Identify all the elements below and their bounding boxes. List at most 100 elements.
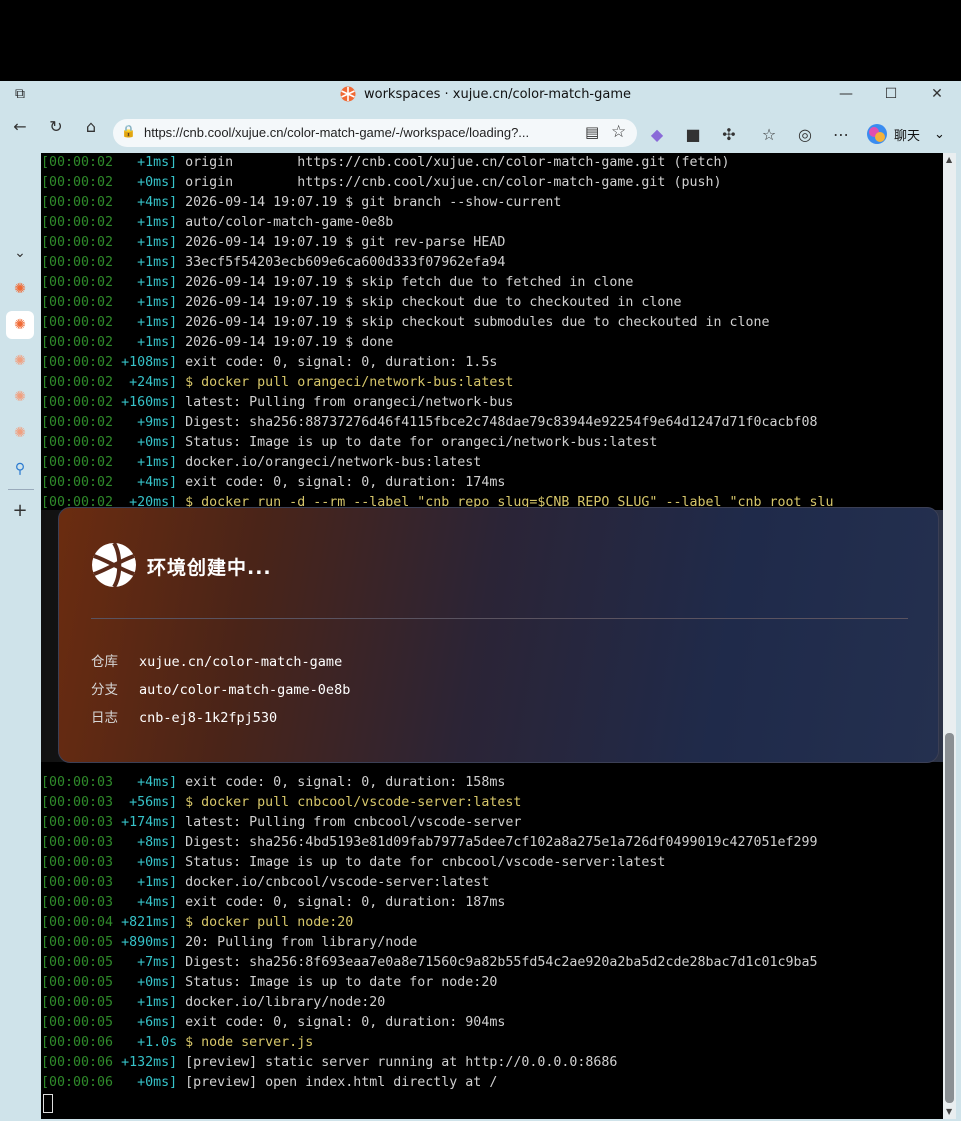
log-line: [00:00:03 +8ms] Digest: sha256:4bd5193e8… (41, 833, 943, 853)
log-text: Digest: sha256:8f693eaa7e0a8e71560c9a82b… (177, 955, 818, 970)
log-text: 20: Pulling from library/node (177, 935, 418, 950)
log-timestamp: [00:00:02 (41, 395, 114, 410)
log-timestamp: [00:00:02 (41, 275, 114, 290)
log-timestamp: [00:00:02 (41, 155, 114, 170)
log-timestamp: [00:00:02 (41, 195, 114, 210)
log-timestamp: [00:00:02 (41, 415, 114, 430)
log-timestamp: [00:00:06 (41, 1075, 114, 1090)
log-timestamp: [00:00:02 (41, 375, 114, 390)
extensions-puzzle-icon[interactable]: ✣ (717, 123, 741, 147)
log-text: exit code: 0, signal: 0, duration: 1.5s (177, 355, 498, 370)
log-line: [00:00:06 +1.0s $ node server.js (41, 1033, 943, 1053)
log-line: [00:00:03 +56ms] $ docker pull cnbcool/v… (41, 793, 943, 813)
log-text: 2026-09-14 19:07.19 $ skip checkout due … (177, 295, 682, 310)
reader-mode-icon[interactable]: ▤ (585, 123, 599, 141)
terminal-scrollbar[interactable]: ▲ ▼ (943, 153, 956, 1119)
log-text: auto/color-match-game-0e8b (177, 215, 394, 230)
tab-title-text: workspaces · xujue.cn/color-match-game (364, 86, 632, 102)
log-line: [00:00:02 +160ms] latest: Pulling from o… (41, 393, 943, 413)
sidebar-tab-3[interactable]: ✺ (6, 347, 34, 375)
log-duration: +4ms] (113, 775, 178, 790)
maximize-button[interactable]: ☐ (876, 83, 906, 105)
log-duration: +1ms] (113, 235, 178, 250)
log-duration: +1ms] (113, 335, 178, 350)
log-row: 日志 cnb-ej8-1k2fpj530 (91, 706, 277, 726)
extension-icon[interactable]: ◆ (645, 123, 669, 147)
log-text: docker.io/library/node:20 (177, 995, 386, 1010)
log-text: Status: Image is up to date for node:20 (177, 975, 498, 990)
log-line: [00:00:03 +1ms] docker.io/cnbcool/vscode… (41, 873, 943, 893)
log-value: cnb-ej8-1k2fpj530 (139, 710, 278, 726)
sidebar-tab-4[interactable]: ✺ (6, 383, 34, 411)
search-icon[interactable]: ⚲ (6, 455, 34, 483)
chevron-down-icon[interactable]: ⌄ (934, 127, 945, 142)
back-icon[interactable]: ← (8, 115, 32, 139)
minimize-button[interactable]: — (831, 83, 861, 105)
workspaces-icon[interactable]: ⧉ (11, 85, 29, 103)
favorites-icon[interactable]: ☆ (757, 123, 781, 147)
address-bar[interactable]: 🔒 https://cnb.cool/xujue.cn/color-match-… (113, 119, 637, 147)
log-timestamp: [00:00:02 (41, 295, 114, 310)
repo-row: 仓库 xujue.cn/color-match-game (91, 650, 342, 670)
lock-icon[interactable]: 🔒 (121, 124, 136, 138)
more-menu-icon[interactable]: ⋯ (829, 123, 853, 147)
refresh-icon[interactable]: ↻ (44, 115, 68, 139)
log-line: [00:00:02 +1ms] 2026-09-14 19:07.19 $ do… (41, 333, 943, 353)
log-text: Digest: sha256:4bd5193e81d09fab7977a5dee… (177, 835, 818, 850)
log-line: [00:00:02 +4ms] exit code: 0, signal: 0,… (41, 473, 943, 493)
log-duration: +4ms] (113, 475, 178, 490)
log-duration: +4ms] (113, 895, 178, 910)
log-line: [00:00:02 +1ms] 2026-09-14 19:07.19 $ sk… (41, 273, 943, 293)
url-text[interactable]: https://cnb.cool/xujue.cn/color-match-ga… (144, 125, 529, 140)
log-duration: +56ms] (113, 795, 178, 810)
log-timestamp: [00:00:06 (41, 1055, 114, 1070)
log-line: [00:00:02 +1ms] 2026-09-14 19:07.19 $ gi… (41, 233, 943, 253)
log-duration: +4ms] (113, 195, 178, 210)
log-duration: +24ms] (113, 375, 178, 390)
log-text: 2026-09-14 19:07.19 $ git branch --show-… (177, 195, 562, 210)
scrollbar-thumb[interactable] (945, 733, 954, 1103)
extension-dark-icon[interactable]: ■ (681, 123, 705, 147)
log-timestamp: [00:00:05 (41, 1015, 114, 1030)
scroll-up-icon[interactable]: ▲ (946, 155, 952, 164)
log-text: 2026-09-14 19:07.19 $ done (177, 335, 394, 350)
scroll-down-icon[interactable]: ▼ (946, 1107, 952, 1116)
log-text: origin https://cnb.cool/xujue.cn/color-m… (177, 175, 722, 190)
copilot-label: 聊天 (894, 128, 921, 144)
profile-icon[interactable]: ◎ (793, 123, 817, 147)
copilot-button[interactable]: 聊天 ⌄ (866, 121, 945, 147)
log-text: 2026-09-14 19:07.19 $ skip fetch due to … (177, 275, 634, 290)
log-text: origin https://cnb.cool/xujue.cn/color-m… (177, 155, 730, 170)
dialog-divider (91, 618, 908, 619)
terminal-cursor (43, 1094, 53, 1113)
log-line: [00:00:02 +24ms] $ docker pull orangeci/… (41, 373, 943, 393)
log-timestamp: [00:00:02 (41, 215, 114, 230)
log-duration: +174ms] (113, 815, 178, 830)
sidebar-tab-active[interactable]: ✺ (6, 311, 34, 339)
log-timestamp: [00:00:02 (41, 435, 114, 450)
log-line: [00:00:05 +7ms] Digest: sha256:8f693eaa7… (41, 953, 943, 973)
environment-creating-dialog: 环境创建中... 仓库 xujue.cn/color-match-game 分支 a… (58, 507, 939, 763)
log-timestamp: [00:00:03 (41, 775, 114, 790)
collapse-tabs-icon[interactable]: ⌄ (6, 239, 34, 267)
log-text: 33ecf5f54203ecb609e6ca600d333f07962efa94 (177, 255, 506, 270)
log-text: exit code: 0, signal: 0, duration: 187ms (177, 895, 506, 910)
log-text: exit code: 0, signal: 0, duration: 904ms (177, 1015, 506, 1030)
copilot-icon (867, 124, 887, 144)
repo-label: 仓库 (91, 654, 118, 670)
log-duration: +0ms] (113, 175, 178, 190)
log-line: [00:00:02 +9ms] Digest: sha256:88737276d… (41, 413, 943, 433)
log-duration: +1ms] (113, 875, 178, 890)
log-line: [00:00:02 +1ms] 2026-09-14 19:07.19 $ sk… (41, 313, 943, 333)
screen-top-black (0, 0, 961, 81)
new-tab-icon[interactable]: + (6, 497, 34, 525)
log-line: [00:00:03 +174ms] latest: Pulling from c… (41, 813, 943, 833)
close-button[interactable]: ✕ (922, 83, 952, 105)
sidebar-tab-1[interactable]: ✺ (6, 275, 34, 303)
sidebar-tab-5[interactable]: ✺ (6, 419, 34, 447)
log-line: [00:00:02 +1ms] 33ecf5f54203ecb609e6ca60… (41, 253, 943, 273)
home-icon[interactable]: ⌂ (79, 115, 103, 139)
log-text: Status: Image is up to date for cnbcool/… (177, 855, 666, 870)
log-duration: +1ms] (113, 215, 178, 230)
favorite-star-icon[interactable]: ☆ (611, 122, 626, 142)
